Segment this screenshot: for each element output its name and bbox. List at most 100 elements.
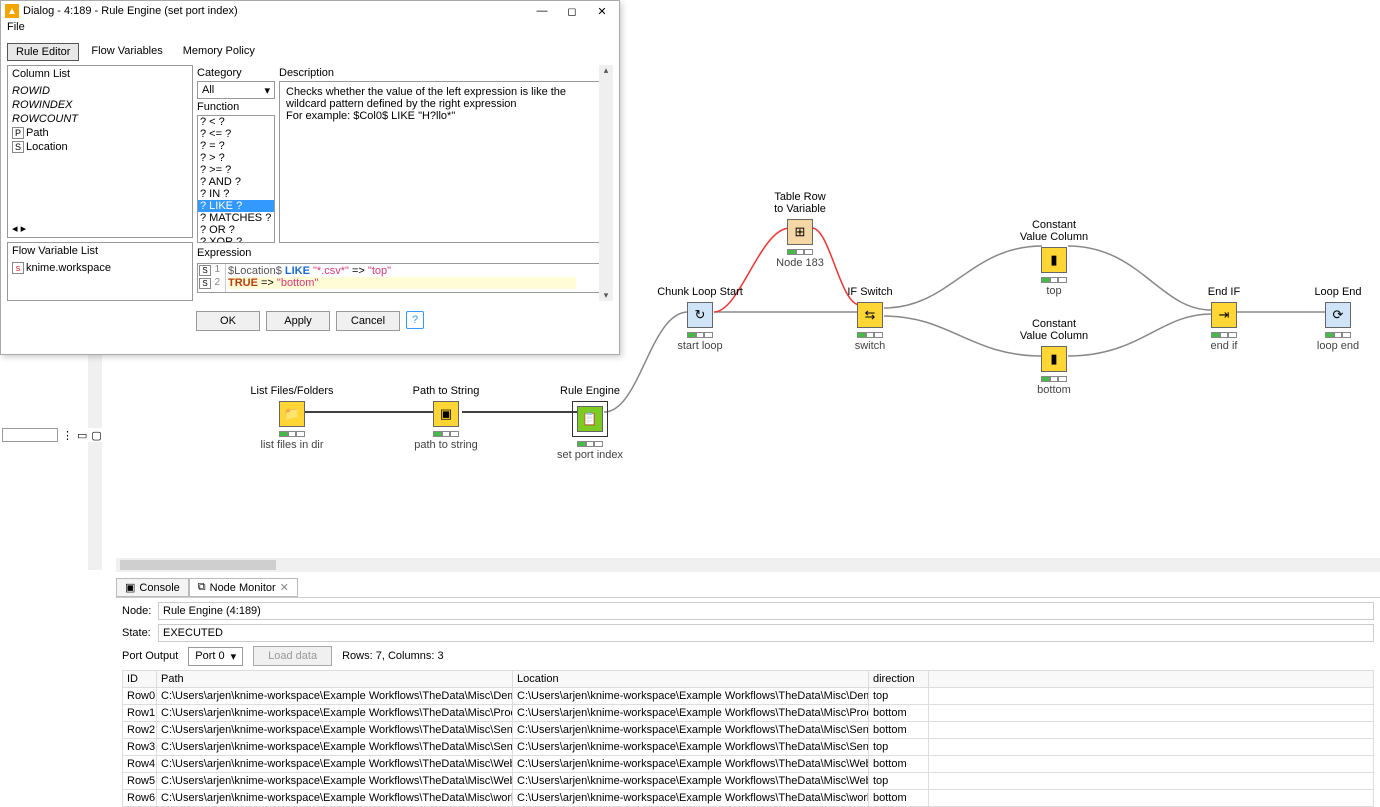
node-title: Path to String bbox=[386, 385, 506, 397]
node-label: end if bbox=[1164, 340, 1284, 352]
node-title: Loop End bbox=[1278, 286, 1380, 298]
function-item[interactable]: ? IN ? bbox=[198, 188, 274, 200]
convert-icon: ▣ bbox=[433, 401, 459, 427]
node-label: bottom bbox=[994, 384, 1114, 396]
node-label: list files in dir bbox=[232, 439, 352, 451]
chevron-down-icon: ▾ bbox=[264, 84, 270, 96]
node-end-if[interactable]: End IF ⇥ end if bbox=[1164, 286, 1284, 352]
column-list-title: Column List bbox=[8, 66, 192, 82]
table-row[interactable]: Row5C:\Users\arjen\knime-workspace\Examp… bbox=[123, 773, 1374, 790]
function-list[interactable]: ? < ?? <= ?? = ?? > ?? >= ?? AND ?? IN ?… bbox=[197, 115, 275, 243]
table-row[interactable]: Row2C:\Users\arjen\knime-workspace\Examp… bbox=[123, 722, 1374, 739]
list-item[interactable]: SLocation bbox=[12, 140, 188, 154]
node-title: IF Switch bbox=[810, 286, 930, 298]
function-item[interactable]: ? AND ? bbox=[198, 176, 274, 188]
endif-icon: ⇥ bbox=[1211, 302, 1237, 328]
dialog-v-scrollbar[interactable]: ▴▾ bbox=[599, 65, 613, 301]
output-table[interactable]: ID Path Location direction Row0C:\Users\… bbox=[122, 670, 1374, 807]
tab-rule-editor[interactable]: Rule Editor bbox=[7, 43, 79, 61]
node-label: top bbox=[994, 285, 1114, 297]
tab-console[interactable]: ▣Console bbox=[116, 578, 189, 597]
function-item[interactable]: ? = ? bbox=[198, 140, 274, 152]
console-icon: ▣ bbox=[125, 581, 135, 594]
state-value: EXECUTED bbox=[158, 624, 1374, 642]
node-label: switch bbox=[810, 340, 930, 352]
help-button[interactable]: ? bbox=[406, 311, 424, 329]
tab-flow-variables[interactable]: Flow Variables bbox=[83, 43, 170, 61]
node-label: path to string bbox=[386, 439, 506, 451]
minimize-button[interactable]: — bbox=[527, 2, 557, 20]
node-title: ConstantValue Column bbox=[994, 219, 1114, 243]
category-label: Category bbox=[197, 65, 275, 81]
col-direction[interactable]: direction bbox=[869, 671, 929, 688]
node-list-files[interactable]: List Files/Folders 📁 list files in dir bbox=[232, 385, 352, 451]
function-item[interactable]: ? MATCHES ? bbox=[198, 212, 274, 224]
node-chunk-loop[interactable]: Chunk Loop Start ↻ start loop bbox=[640, 286, 760, 352]
maximize-button[interactable]: ◻ bbox=[557, 2, 587, 20]
tool-icon[interactable]: ▢ bbox=[91, 429, 101, 442]
mini-field[interactable] bbox=[2, 428, 58, 442]
table-row[interactable]: Row3C:\Users\arjen\knime-workspace\Examp… bbox=[123, 739, 1374, 756]
col-path[interactable]: Path bbox=[157, 671, 513, 688]
scroll-left-icon[interactable]: ◂ bbox=[12, 223, 18, 235]
column-list[interactable]: ROWID ROWINDEX ROWCOUNT PPath SLocation bbox=[8, 82, 192, 222]
list-item[interactable]: sknime.workspace bbox=[12, 261, 188, 275]
node-if-switch[interactable]: IF Switch ⇆ switch bbox=[810, 286, 930, 352]
list-item[interactable]: PPath bbox=[12, 126, 188, 140]
scroll-right-icon[interactable]: ▸ bbox=[21, 223, 27, 235]
menu-file[interactable]: File bbox=[1, 21, 619, 39]
function-item[interactable]: ? >= ? bbox=[198, 164, 274, 176]
node-label: start loop bbox=[640, 340, 760, 352]
description-text: Checks whether the value of the left exp… bbox=[279, 81, 613, 243]
list-item[interactable]: ROWID bbox=[12, 84, 188, 98]
expression-editor[interactable]: S1 S2 $Location$ LIKE "*.csv*" => "top" … bbox=[197, 263, 613, 293]
function-label: Function bbox=[197, 99, 275, 115]
port-select[interactable]: Port 0▾ bbox=[188, 647, 243, 666]
node-path-to-string[interactable]: Path to String ▣ path to string bbox=[386, 385, 506, 451]
list-item[interactable]: ROWCOUNT bbox=[12, 112, 188, 126]
tab-node-monitor[interactable]: ⧉Node Monitor✕ bbox=[189, 578, 298, 597]
function-item[interactable]: ? > ? bbox=[198, 152, 274, 164]
node-const-bottom[interactable]: ConstantValue Column ▮ bottom bbox=[994, 318, 1114, 396]
tool-icon[interactable]: ▭ bbox=[77, 429, 87, 442]
col-id[interactable]: ID bbox=[123, 671, 157, 688]
table-row[interactable]: Row0C:\Users\arjen\knime-workspace\Examp… bbox=[123, 688, 1374, 705]
dialog-title: Dialog - 4:189 - Rule Engine (set port i… bbox=[23, 5, 527, 17]
function-item[interactable]: ? LIKE ? bbox=[198, 200, 274, 212]
node-const-top[interactable]: ConstantValue Column ▮ top bbox=[994, 219, 1114, 297]
function-item[interactable]: ? XOR ? bbox=[198, 236, 274, 243]
node-rule-engine[interactable]: Rule Engine 📋 set port index bbox=[530, 385, 650, 461]
canvas-h-scrollbar[interactable] bbox=[116, 558, 1380, 572]
close-icon[interactable]: ✕ bbox=[280, 581, 289, 594]
tab-memory-policy[interactable]: Memory Policy bbox=[175, 43, 263, 61]
node-title: End IF bbox=[1164, 286, 1284, 298]
node-loop-end[interactable]: Loop End ⟳ loop end bbox=[1278, 286, 1380, 352]
load-data-button[interactable]: Load data bbox=[253, 646, 332, 666]
ok-button[interactable]: OK bbox=[196, 311, 260, 331]
node-title: Rule Engine bbox=[530, 385, 650, 397]
node-table-row-variable[interactable]: Table Rowto Variable ⊞ Node 183 bbox=[740, 191, 860, 269]
expression-label: Expression bbox=[197, 245, 613, 261]
function-item[interactable]: ? <= ? bbox=[198, 128, 274, 140]
switch-icon: ⇆ bbox=[857, 302, 883, 328]
close-button[interactable]: ✕ bbox=[587, 2, 617, 20]
function-item[interactable]: ? < ? bbox=[198, 116, 274, 128]
title-bar[interactable]: ▲ Dialog - 4:189 - Rule Engine (set port… bbox=[1, 1, 619, 21]
tool-icon[interactable]: ⋮ bbox=[62, 429, 73, 442]
list-item[interactable]: ROWINDEX bbox=[12, 98, 188, 112]
state-label: State: bbox=[122, 627, 152, 639]
apply-button[interactable]: Apply bbox=[266, 311, 330, 331]
category-select[interactable]: All▾ bbox=[197, 81, 275, 99]
node-label: set port index bbox=[530, 449, 650, 461]
cancel-button[interactable]: Cancel bbox=[336, 311, 400, 331]
table-row[interactable]: Row1C:\Users\arjen\knime-workspace\Examp… bbox=[123, 705, 1374, 722]
table-row[interactable]: Row4C:\Users\arjen\knime-workspace\Examp… bbox=[123, 756, 1374, 773]
node-title: List Files/Folders bbox=[232, 385, 352, 397]
chevron-down-icon: ▾ bbox=[231, 650, 237, 663]
loopend-icon: ⟳ bbox=[1325, 302, 1351, 328]
flow-var-list[interactable]: sknime.workspace bbox=[8, 259, 192, 300]
function-item[interactable]: ? OR ? bbox=[198, 224, 274, 236]
table-row[interactable]: Row6C:\Users\arjen\knime-workspace\Examp… bbox=[123, 790, 1374, 807]
col-location[interactable]: Location bbox=[513, 671, 869, 688]
flow-var-list-title: Flow Variable List bbox=[8, 243, 192, 259]
